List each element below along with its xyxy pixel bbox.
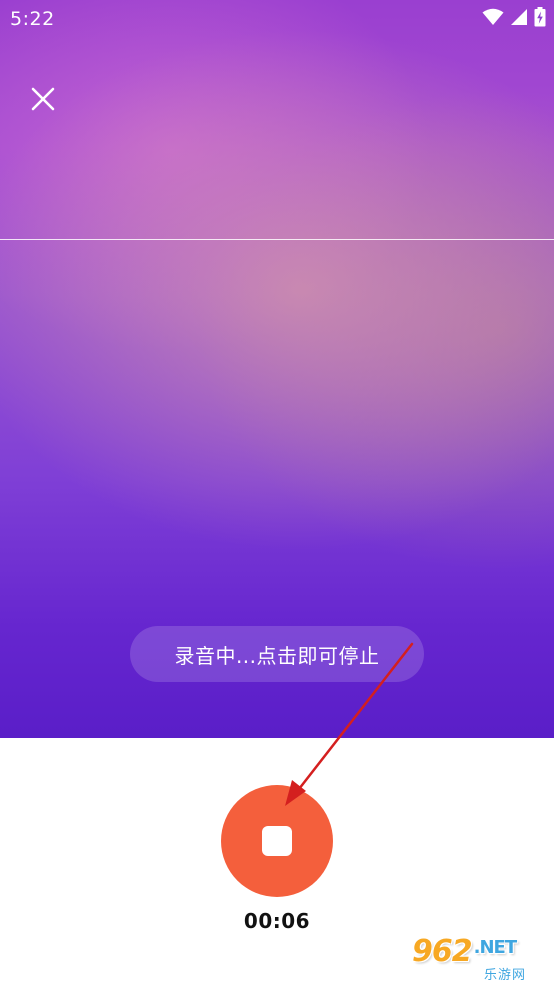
- status-icons: [482, 7, 546, 27]
- stop-recording-button[interactable]: [221, 785, 333, 897]
- watermark-logo: 962 .NET 乐游网: [412, 934, 548, 983]
- recording-status-text: 录音中...点击即可停止: [174, 643, 380, 668]
- waveform-baseline: [0, 239, 554, 240]
- signal-icon: [511, 9, 527, 25]
- status-time: 5:22: [10, 8, 55, 30]
- close-icon: [31, 87, 55, 111]
- recording-status-pill: 录音中...点击即可停止: [130, 626, 424, 682]
- recording-timer: 00:06: [243, 909, 311, 933]
- watermark-subtitle: 乐游网: [484, 968, 527, 983]
- recording-visual-area: 5:22 录音中...点击即可停止: [0, 0, 554, 738]
- close-button[interactable]: [26, 82, 60, 116]
- stop-icon: [262, 826, 292, 856]
- status-bar: 5:22: [0, 0, 554, 38]
- wifi-icon: [482, 8, 504, 25]
- battery-charging-icon: [534, 7, 546, 27]
